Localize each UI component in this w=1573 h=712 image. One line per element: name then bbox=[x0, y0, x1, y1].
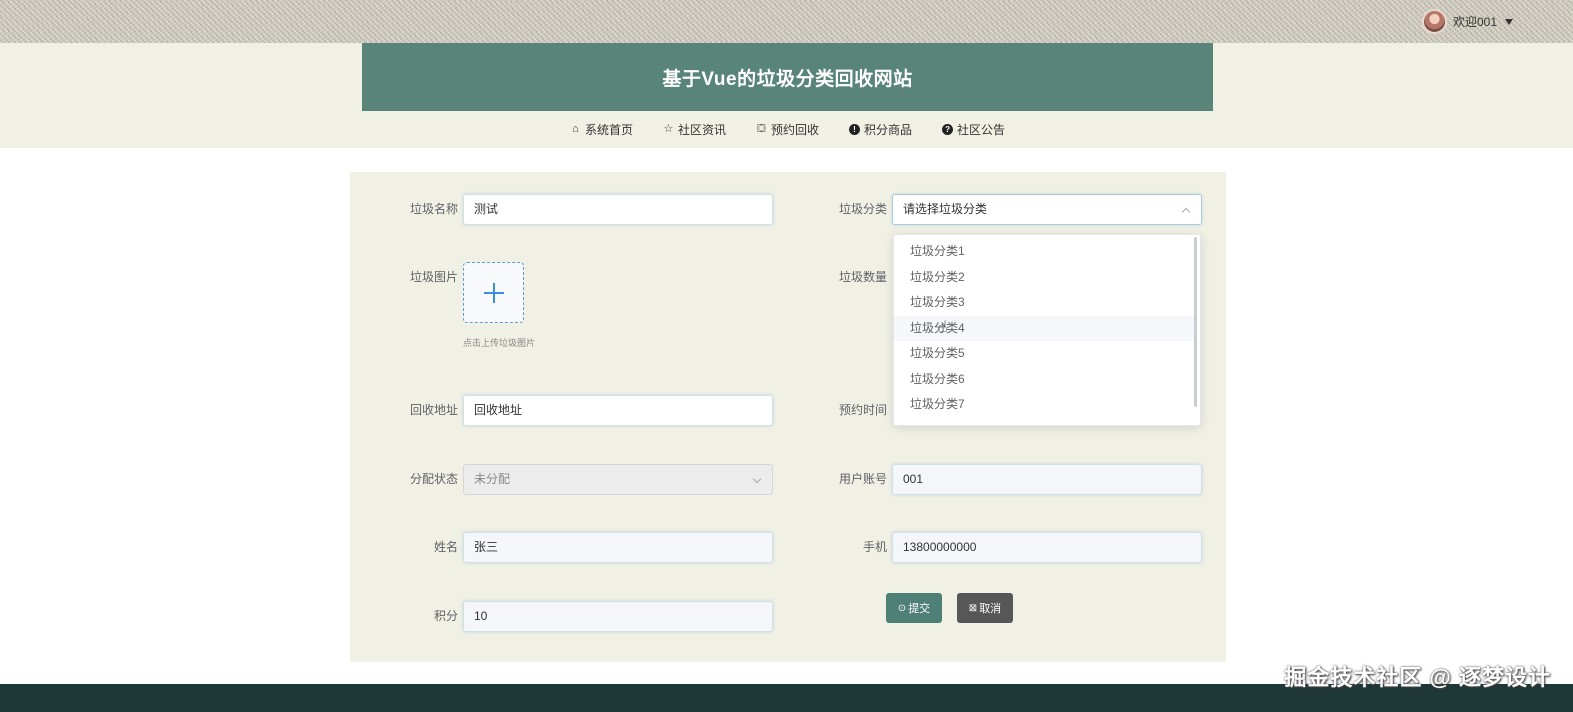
main-nav: ⌂ 系统首页 ☆ 社区资讯 ⛋ 预约回收 ! 积分商品 ? 社区公告 bbox=[362, 111, 1213, 148]
dropdown-option[interactable]: 垃圾分类5 bbox=[894, 341, 1194, 366]
nav-item-news[interactable]: ☆ 社区资讯 bbox=[663, 121, 726, 138]
dropdown-option[interactable]: 垃圾分类6 bbox=[894, 367, 1194, 392]
phone-label: 手机 bbox=[862, 540, 887, 554]
points-input[interactable]: 10 bbox=[463, 601, 773, 632]
name-input[interactable]: 测试 bbox=[463, 194, 773, 225]
chevron-down-icon bbox=[752, 474, 762, 484]
status-select: 未分配 bbox=[463, 464, 773, 495]
nav-label: 积分商品 bbox=[864, 123, 913, 137]
status-label: 分配状态 bbox=[409, 472, 458, 486]
points-label: 积分 bbox=[433, 609, 458, 623]
category-select[interactable]: 请选择垃圾分类 bbox=[892, 194, 1202, 225]
dropdown-option[interactable]: 垃圾分类4 bbox=[894, 316, 1194, 341]
watermark: 掘金技术社区 @ 逐梦设计 bbox=[1284, 665, 1551, 690]
plus-icon-stroke bbox=[493, 283, 495, 303]
nav-label: 系统首页 bbox=[584, 123, 633, 137]
account-input[interactable]: 001 bbox=[892, 464, 1202, 495]
time-label: 预约时间 bbox=[838, 403, 887, 417]
user-menu[interactable]: 欢迎001 bbox=[1421, 9, 1513, 34]
chevron-up-icon bbox=[1181, 207, 1191, 217]
quantity-label: 垃圾数量 bbox=[838, 270, 887, 284]
info-icon: ! bbox=[849, 124, 860, 135]
dropdown-scrollbar[interactable] bbox=[1194, 237, 1197, 407]
name-label: 垃圾名称 bbox=[409, 202, 458, 216]
cancel-button[interactable]: ⊠ 取消 bbox=[957, 593, 1013, 623]
top-bar: 欢迎001 bbox=[0, 0, 1573, 43]
avatar[interactable] bbox=[1421, 9, 1447, 34]
nav-label: 预约回收 bbox=[770, 123, 819, 137]
nav-item-notice[interactable]: ? 社区公告 bbox=[942, 121, 1005, 138]
close-square-icon: ⊠ bbox=[968, 602, 978, 614]
title-banner: 基于Vue的垃圾分类回收网站 bbox=[362, 43, 1213, 111]
nav-label: 社区资讯 bbox=[677, 123, 726, 137]
account-label: 用户账号 bbox=[838, 472, 887, 486]
dropdown-option[interactable]: 垃圾分类3 bbox=[894, 290, 1194, 315]
nav-label: 社区公告 bbox=[957, 123, 1006, 137]
person-input[interactable]: 张三 bbox=[463, 532, 773, 563]
image-upload-button[interactable] bbox=[463, 262, 524, 323]
category-label: 垃圾分类 bbox=[838, 202, 887, 216]
dropdown-option[interactable]: 垃圾分类7 bbox=[894, 392, 1194, 417]
bag-icon: ⛋ bbox=[757, 123, 766, 135]
welcome-text: 欢迎001 bbox=[1452, 15, 1497, 29]
submit-button[interactable]: ⊙ 提交 bbox=[886, 593, 942, 623]
phone-input[interactable]: 13800000000 bbox=[892, 532, 1202, 563]
caret-down-icon[interactable] bbox=[1505, 18, 1513, 25]
status-value: 未分配 bbox=[474, 472, 511, 486]
category-dropdown: 垃圾分类1 垃圾分类2 垃圾分类3 垃圾分类4 垃圾分类5 垃圾分类6 垃圾分类… bbox=[893, 234, 1201, 426]
submit-label: 提交 bbox=[908, 603, 931, 615]
nav-item-booking[interactable]: ⛋ 预约回收 bbox=[756, 121, 819, 138]
header: 基于Vue的垃圾分类回收网站 ⌂ 系统首页 ☆ 社区资讯 ⛋ 预约回收 ! 积分… bbox=[0, 43, 1573, 148]
image-label: 垃圾图片 bbox=[409, 270, 458, 284]
person-label: 姓名 bbox=[433, 540, 458, 554]
nav-item-points-goods[interactable]: ! 积分商品 bbox=[849, 121, 912, 138]
dropdown-option[interactable]: 垃圾分类1 bbox=[894, 239, 1194, 264]
home-icon: ⌂ bbox=[572, 123, 579, 135]
star-icon: ☆ bbox=[663, 123, 674, 135]
dropdown-option[interactable]: 垃圾分类2 bbox=[894, 265, 1194, 290]
nav-item-home[interactable]: ⌂ 系统首页 bbox=[570, 121, 633, 138]
address-input[interactable]: 回收地址 bbox=[463, 395, 773, 426]
upload-hint: 点击上传垃圾图片 bbox=[463, 338, 536, 348]
site-title: 基于Vue的垃圾分类回收网站 bbox=[662, 68, 913, 90]
cancel-label: 取消 bbox=[979, 603, 1002, 615]
address-label: 回收地址 bbox=[409, 403, 458, 417]
category-placeholder: 请选择垃圾分类 bbox=[903, 202, 988, 216]
check-circle-icon: ⊙ bbox=[897, 602, 907, 614]
question-icon: ? bbox=[942, 124, 954, 135]
